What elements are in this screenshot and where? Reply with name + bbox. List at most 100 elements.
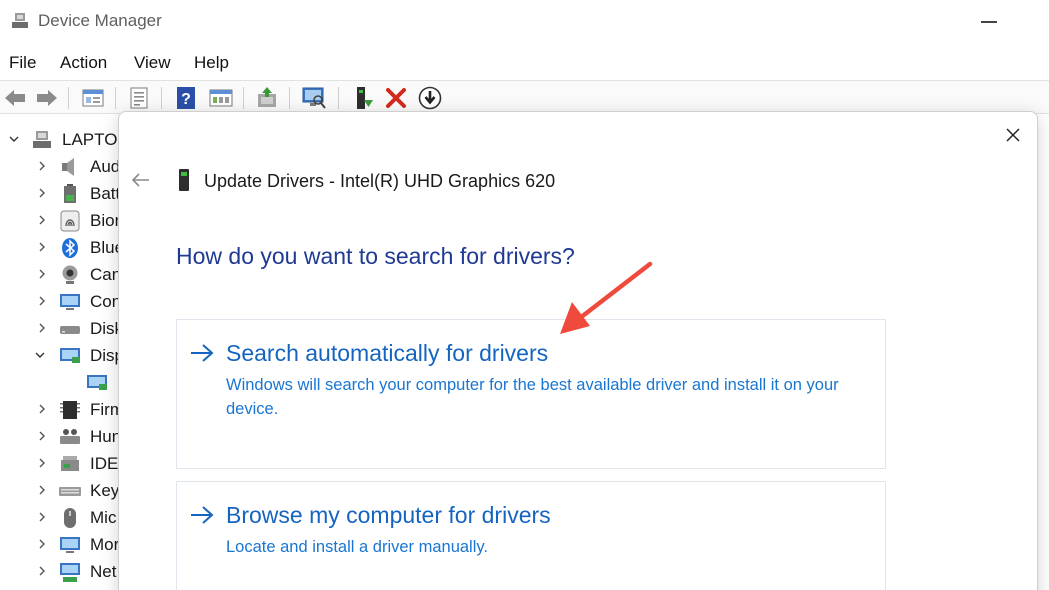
gpu-icon xyxy=(179,169,189,191)
keyboard-icon xyxy=(59,487,81,496)
option-title: Browse my computer for drivers xyxy=(226,502,551,528)
chevron-right-icon[interactable] xyxy=(36,538,48,550)
tree-item-display-child[interactable] xyxy=(0,369,120,396)
tree-item-batteries[interactable]: Batt xyxy=(0,180,120,207)
option-description: Windows will search your computer for th… xyxy=(226,376,839,418)
tree-item-mice[interactable]: Mic xyxy=(0,504,120,531)
monitor-icon xyxy=(60,294,80,310)
forward-arrow-icon xyxy=(37,90,57,106)
battery-icon xyxy=(64,184,76,203)
chevron-down-icon[interactable] xyxy=(8,133,20,145)
chevron-down-icon[interactable] xyxy=(34,349,46,361)
dialog-title: Update Drivers - Intel(R) UHD Graphics 6… xyxy=(204,171,556,191)
toolbar-separator xyxy=(115,87,116,109)
tree-item-label: Firm xyxy=(90,400,120,419)
scan-hardware-button[interactable] xyxy=(301,85,327,111)
tree-item-label: Can xyxy=(90,265,120,284)
update-driver-icon xyxy=(258,87,276,107)
forward-button[interactable] xyxy=(34,85,60,111)
tree-item-audio[interactable]: Aud xyxy=(0,153,120,180)
option-title: Search automatically for drivers xyxy=(226,340,549,366)
chevron-right-icon[interactable] xyxy=(36,268,48,280)
tree-item-network[interactable]: Net xyxy=(0,558,120,585)
menu-action[interactable]: Action xyxy=(60,53,107,73)
right-arrow-icon xyxy=(191,506,214,524)
tree-item-label: Batt xyxy=(90,184,120,203)
uninstall-icon xyxy=(386,88,406,108)
chevron-right-icon[interactable] xyxy=(36,565,48,577)
speaker-icon xyxy=(62,158,74,176)
window-title: Device Manager xyxy=(38,11,162,30)
tree-item-ide[interactable]: IDE xyxy=(0,450,120,477)
tree-item-label: Hun xyxy=(90,427,120,446)
view-button[interactable] xyxy=(208,85,234,111)
display-adapter-icon xyxy=(87,375,107,390)
menu-file[interactable]: File xyxy=(9,53,36,73)
menu-bar: File Action View Help xyxy=(0,48,1049,78)
tree-item-cameras[interactable]: Can xyxy=(0,261,120,288)
tree-item-label: Bior xyxy=(90,211,120,230)
enable-device-button[interactable] xyxy=(350,85,376,111)
monitor-icon xyxy=(60,537,80,553)
ide-controller-icon xyxy=(61,456,79,471)
toolbar-separator xyxy=(68,87,69,109)
scan-hardware-icon xyxy=(302,87,326,109)
chevron-right-icon[interactable] xyxy=(36,457,48,469)
back-button[interactable] xyxy=(129,168,153,192)
toolbar-separator xyxy=(338,87,339,109)
tree-item-hid[interactable]: Hun xyxy=(0,423,120,450)
show-hide-tree-button[interactable] xyxy=(80,85,106,111)
webcam-icon xyxy=(62,265,78,284)
chevron-right-icon[interactable] xyxy=(36,187,48,199)
menu-view[interactable]: View xyxy=(134,53,171,73)
properties-grid-icon xyxy=(82,89,104,107)
chevron-right-icon[interactable] xyxy=(36,511,48,523)
tree-item-keyboards[interactable]: Key xyxy=(0,477,120,504)
chevron-right-icon[interactable] xyxy=(36,484,48,496)
search-automatically-option[interactable]: Search automatically for drivers Windows… xyxy=(176,319,886,469)
toolbar: ? xyxy=(0,80,1049,114)
right-arrow-icon xyxy=(191,344,214,362)
chevron-right-icon[interactable] xyxy=(36,322,48,334)
tree-root[interactable]: LAPTOP xyxy=(0,126,120,153)
tree-item-label: Net xyxy=(90,562,117,581)
tree-item-firmware[interactable]: Firm xyxy=(0,396,120,423)
tree-item-label: Con xyxy=(90,292,120,311)
browse-computer-option[interactable]: Browse my computer for drivers Locate an… xyxy=(176,481,886,590)
minimize-button[interactable] xyxy=(972,8,1006,36)
help-button[interactable]: ? xyxy=(173,85,199,111)
uninstall-button[interactable] xyxy=(383,85,409,111)
tree-item-monitors[interactable]: Mor xyxy=(0,531,120,558)
menu-help[interactable]: Help xyxy=(194,53,229,73)
chevron-right-icon[interactable] xyxy=(36,430,48,442)
download-button[interactable] xyxy=(417,85,443,111)
tree-item-bluetooth[interactable]: Blue xyxy=(0,234,120,261)
update-driver-button[interactable] xyxy=(254,85,280,111)
tree-item-label: Mic xyxy=(90,508,117,527)
update-drivers-dialog: Update Drivers - Intel(R) UHD Graphics 6… xyxy=(118,111,1038,590)
back-button[interactable] xyxy=(2,85,28,111)
chevron-right-icon[interactable] xyxy=(36,241,48,253)
chevron-right-icon[interactable] xyxy=(36,403,48,415)
properties-button[interactable] xyxy=(126,85,152,111)
tree-item-disk[interactable]: Disk xyxy=(0,315,120,342)
download-icon xyxy=(418,86,442,110)
tree-item-label: Disk xyxy=(90,319,120,338)
toolbar-separator xyxy=(289,87,290,109)
chip-icon xyxy=(60,401,80,419)
chevron-right-icon[interactable] xyxy=(36,160,48,172)
tree-item-display[interactable]: Disp xyxy=(0,342,120,369)
close-button[interactable] xyxy=(997,122,1029,148)
minimize-icon xyxy=(981,21,997,23)
tree-item-biometric[interactable]: Bior xyxy=(0,207,120,234)
fingerprint-icon xyxy=(60,210,80,232)
chevron-right-icon[interactable] xyxy=(36,214,48,226)
device-tree: LAPTOP Aud Batt Bior Blue Can Con Disk xyxy=(0,126,120,590)
tree-item-computer[interactable]: Con xyxy=(0,288,120,315)
display-adapter-icon xyxy=(60,348,80,363)
tree-item-label: Mor xyxy=(90,535,120,554)
view-icon xyxy=(209,89,233,107)
tree-item-label: Blue xyxy=(90,238,120,257)
network-adapter-icon xyxy=(60,563,80,582)
chevron-right-icon[interactable] xyxy=(36,295,48,307)
